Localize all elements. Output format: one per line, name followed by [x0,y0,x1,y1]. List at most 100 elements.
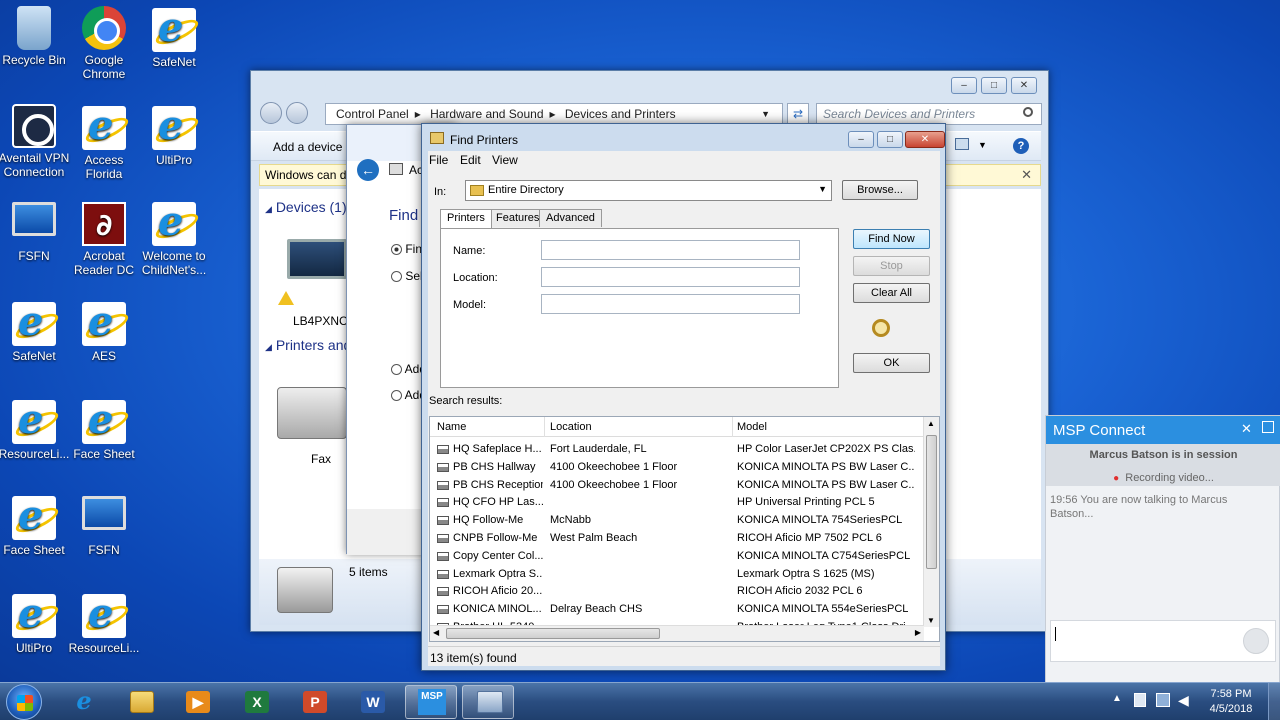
column-location[interactable]: Location [550,421,592,433]
desktop-icon-recycle-bin[interactable]: Recycle Bin [0,6,72,67]
find-now-button[interactable]: Find Now [853,229,930,249]
desktop-icon-aes[interactable]: AES [66,298,142,363]
tab-printers[interactable]: Printers [440,209,492,228]
scroll-thumb[interactable] [926,435,937,569]
desktop-icon-access-florida[interactable]: Access Florida [66,102,142,181]
horizontal-scrollbar[interactable]: ◀ ▶ [430,625,924,641]
refresh-button[interactable]: ⇄ [787,103,809,125]
show-hidden-icons[interactable]: ▲ [1112,693,1122,704]
desktop-icon-face-sheet-2[interactable]: Face Sheet [0,492,72,557]
chevron-down-icon[interactable]: ▼ [978,140,987,150]
desktop-icon-aventail-vpn[interactable]: Aventail VPN Connection [0,104,72,179]
table-row[interactable]: HQ CFO HP Las... HP Universal Printing PC… [430,494,924,512]
desktop-icon-fsfn[interactable]: FSFN [0,202,72,263]
send-icon[interactable] [1243,628,1269,654]
desktop-icon-resourceli[interactable]: ResourceLi... [0,396,72,461]
table-row[interactable]: RICOH Aficio 20... RICOH Aficio 2032 PCL … [430,583,924,601]
name-field[interactable] [541,240,800,260]
vertical-scrollbar[interactable]: ▲ ▼ [923,417,939,627]
taskbar-file-explorer[interactable] [116,685,168,719]
taskbar-devices-printers[interactable] [462,685,514,719]
taskbar-word[interactable]: W [347,685,399,719]
popout-icon[interactable] [1262,421,1274,433]
in-dropdown[interactable]: Entire Directory ▼ [465,180,832,201]
close-button[interactable]: ✕ [905,131,945,148]
desktop-icon-resourceli-2[interactable]: ResourceLi... [66,590,142,655]
desktop-icon-fsfn-2[interactable]: FSFN [66,496,142,557]
add-device-button[interactable]: Add a device [273,140,342,154]
clock[interactable]: 7:58 PM 4/5/2018 [1203,687,1259,717]
model-field[interactable] [541,294,800,314]
browse-button[interactable]: Browse... [842,180,918,200]
scroll-thumb[interactable] [446,628,660,639]
devices-header-label: Devices (1) [275,199,347,215]
desktop-icon-acrobat[interactable]: Acrobat Reader DC [66,202,142,277]
taskbar-internet-explorer[interactable]: e [58,685,110,719]
table-row[interactable]: Copy Center Col... KONICA MINOLTA C754Ser… [430,548,924,566]
laptop-icon[interactable] [287,239,347,279]
close-button[interactable]: ✕ [1011,77,1037,94]
start-button[interactable] [6,684,42,720]
view-options-icon[interactable] [955,138,969,150]
desktop-icon-chrome[interactable]: Google Chrome [66,6,142,81]
breadcrumb-hardware-and-sound[interactable]: Hardware and Sound [430,107,543,121]
volume-icon[interactable]: ◀ [1178,692,1189,709]
scroll-right-icon[interactable]: ▶ [915,628,921,637]
desktop-icon-welcome-childnet[interactable]: Welcome to ChildNet's... [136,198,212,277]
address-bar[interactable]: Control Panel ▸ Hardware and Sound ▸ Devic… [325,103,783,125]
forward-button[interactable] [286,102,308,124]
minimize-button[interactable]: – [848,131,874,148]
fax-icon[interactable] [277,387,347,439]
scroll-up-icon[interactable]: ▲ [927,419,935,428]
desktop-icon-ultipro[interactable]: UltiPro [136,102,212,167]
printers-group-header[interactable]: ◢ Printers and [265,337,351,353]
close-icon[interactable]: ✕ [1021,165,1032,185]
pin-icon[interactable]: ✕ [1241,421,1252,437]
table-row[interactable]: HQ Safeplace H... Fort Lauderdale, FL HP C… [430,441,924,459]
desktop-icon-safenet[interactable]: SafeNet [136,4,212,69]
clear-all-button[interactable]: Clear All [853,283,930,303]
taskbar-media-player[interactable]: ▶ [172,685,224,719]
desktop-icon-safenet-2[interactable]: SafeNet [0,298,72,363]
maximize-button[interactable]: □ [981,77,1007,94]
minimize-button[interactable]: – [951,77,977,94]
breadcrumb-devices-and-printers[interactable]: Devices and Printers [565,107,676,121]
search-input[interactable]: Search Devices and Printers [816,103,1042,125]
menu-view[interactable]: View [492,151,518,169]
tab-advanced[interactable]: Advanced [539,209,602,227]
back-arrow-icon[interactable]: ← [357,159,379,181]
help-icon[interactable]: ? [1013,138,1029,154]
table-row[interactable]: PB CHS Reception 4100 Okeechobee 1 Floor K… [430,477,924,495]
desktop-icon-ultipro-2[interactable]: UltiPro [0,590,72,655]
table-row[interactable]: PB CHS Hallway 4100 Okeechobee 1 Floor KON… [430,459,924,477]
desktop: Recycle Bin Google Chrome SafeNet Aventa… [0,0,1280,685]
devices-group-header[interactable]: ◢ Devices (1) [265,199,347,215]
location-field[interactable] [541,267,800,287]
scroll-left-icon[interactable]: ◀ [433,628,439,637]
taskbar-powerpoint[interactable]: P [289,685,341,719]
scroll-down-icon[interactable]: ▼ [927,616,935,625]
table-row[interactable]: CNPB Follow-Me West Palm Beach RICOH Afici… [430,530,924,548]
chat-input[interactable] [1050,620,1276,662]
desktop-icon-face-sheet[interactable]: Face Sheet [66,396,142,461]
column-name[interactable]: Name [437,421,466,433]
stop-button[interactable]: Stop [853,256,930,276]
tab-features[interactable]: Features [489,209,547,227]
column-model[interactable]: Model [737,421,767,433]
taskbar-excel[interactable]: X [231,685,283,719]
show-desktop-button[interactable] [1268,683,1280,720]
breadcrumb-control-panel[interactable]: Control Panel [336,107,409,121]
table-row[interactable]: Lexmark Optra S... Lexmark Optra S 1625 (… [430,566,924,584]
taskbar-msp-connect[interactable]: MSP [405,685,457,719]
chevron-down-icon[interactable]: ▼ [761,104,770,124]
ok-button[interactable]: OK [853,353,930,373]
table-row[interactable]: KONICA MINOL... Delray Beach CHS KONICA MI… [430,601,924,619]
menu-edit[interactable]: Edit [460,151,481,169]
action-center-icon[interactable] [1134,693,1146,707]
menu-file[interactable]: File [429,151,448,169]
table-row[interactable]: HQ Follow-Me McNabb KONICA MINOLTA 754Seri… [430,512,924,530]
printer-icon [437,498,449,508]
network-icon[interactable] [1156,693,1170,707]
maximize-button[interactable]: □ [877,131,903,148]
back-button[interactable] [260,102,282,124]
